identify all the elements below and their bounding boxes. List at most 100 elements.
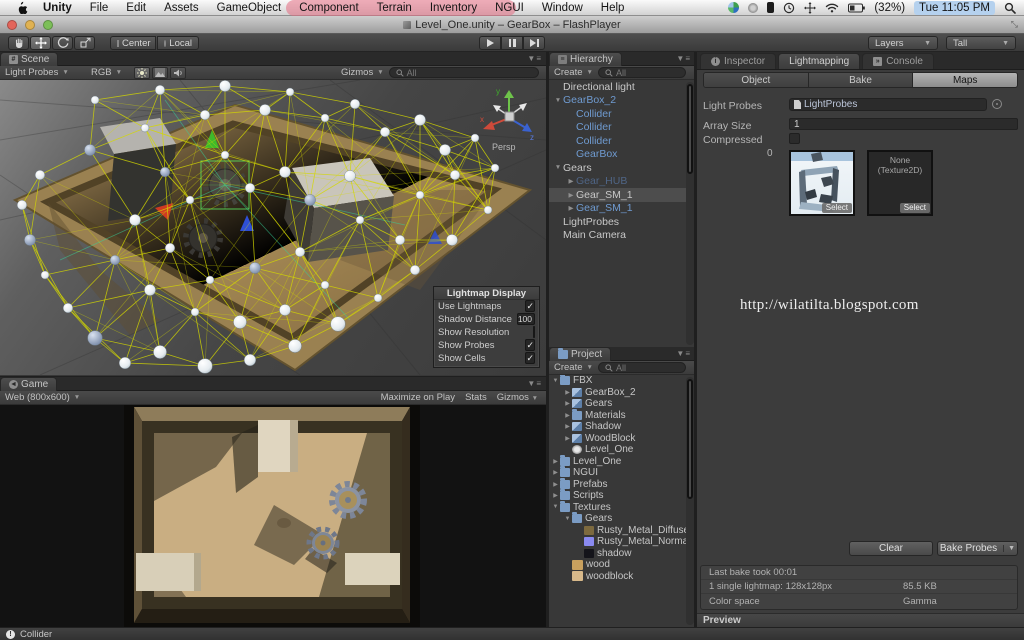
game-gizmos-dropdown[interactable]: Gizmos ▼ (497, 392, 538, 403)
light-probe-sphere[interactable] (279, 166, 290, 177)
hierarchy-item-collider[interactable]: Collider (549, 107, 695, 121)
project-item-scripts[interactable]: ▶Scripts (549, 490, 695, 502)
light-probe-sphere[interactable] (471, 134, 479, 142)
project-item-rusty-metal-diffuse[interactable]: Rusty_Metal_Diffuse (549, 525, 695, 537)
hierarchy-item-gear-sm-1[interactable]: ▶Gear_SM_1 (549, 188, 695, 202)
lightmap-near-thumbnail[interactable]: None (Texture2D) Select (867, 150, 933, 216)
tab-project[interactable]: Project (549, 347, 611, 361)
spotlight-icon[interactable] (1004, 2, 1016, 14)
zoom-window-button[interactable] (43, 20, 53, 30)
project-item-gears[interactable]: ▶Gears (549, 398, 695, 410)
light-probe-sphere[interactable] (356, 216, 364, 224)
gray-status-icon[interactable] (748, 3, 758, 13)
hierarchy-item-main-camera[interactable]: Main Camera (549, 229, 695, 243)
light-probe-sphere[interactable] (219, 80, 230, 91)
hierarchy-item-gear-sm-1[interactable]: ▶Gear_SM_1 (549, 202, 695, 216)
project-item-gearbox-2[interactable]: ▶GearBox_2 (549, 387, 695, 399)
hierarchy-panel-menu-icon[interactable]: ▼≡ (676, 54, 691, 63)
project-item-wood[interactable]: wood (549, 559, 695, 571)
light-probe-sphere[interactable] (286, 88, 294, 96)
light-probe-sphere[interactable] (129, 214, 140, 225)
step-button[interactable] (523, 36, 545, 50)
resize-icon[interactable]: ⤡ (1011, 19, 1018, 30)
scene-mode-dropdown[interactable]: Light Probes▼ (0, 67, 86, 79)
divider-left[interactable] (546, 52, 549, 627)
bake-dropdown-arrow[interactable]: ▼ (1003, 545, 1015, 552)
lm-value-field[interactable]: 100 (517, 313, 535, 325)
light-probe-sphere[interactable] (245, 183, 255, 193)
menu-inventory[interactable]: Inventory (421, 2, 486, 14)
game-panel-menu-icon[interactable]: ▼≡ (527, 379, 542, 388)
foldout-closed-icon[interactable]: ▶ (563, 400, 572, 407)
light-probe-sphere[interactable] (374, 294, 382, 302)
hierarchy-item-gearbox-2[interactable]: ▼GearBox_2 (549, 94, 695, 108)
battery-icon[interactable] (848, 3, 865, 13)
foldout-closed-icon[interactable]: ▶ (566, 177, 576, 185)
project-item-materials[interactable]: ▶Materials (549, 410, 695, 422)
light-probe-sphere[interactable] (304, 194, 315, 205)
menubar-clock[interactable]: Tue 11:05 PM (914, 1, 995, 15)
rotate-tool-button[interactable] (52, 36, 73, 50)
light-probe-sphere[interactable] (395, 235, 405, 245)
persp-label[interactable]: Persp (492, 142, 516, 152)
project-item-level-one[interactable]: ▶Level_One (549, 456, 695, 468)
object-picker-icon[interactable] (992, 99, 1002, 109)
hierarchy-create-button[interactable]: Create▼ (549, 67, 598, 79)
pan-tool-button[interactable] (8, 36, 29, 50)
bake-probes-button[interactable]: Bake Probes▼ (937, 541, 1018, 556)
hierarchy-item-collider[interactable]: Collider (549, 134, 695, 148)
scene-audio-toggle[interactable] (170, 67, 186, 79)
scene-panel-menu-icon[interactable]: ▼≡ (527, 54, 542, 63)
lightmap-far-thumbnail[interactable]: Select (789, 150, 855, 216)
light-probe-sphere[interactable] (88, 331, 103, 346)
scene-lighting-toggle[interactable] (134, 67, 150, 79)
hierarchy-scrollbar[interactable] (686, 82, 694, 345)
light-probe-sphere[interactable] (321, 281, 329, 289)
project-item-ngui[interactable]: ▶NGUI (549, 467, 695, 479)
light-probe-sphere[interactable] (491, 164, 499, 172)
project-item-fbx[interactable]: ▼FBX (549, 375, 695, 387)
close-window-button[interactable] (7, 20, 17, 30)
hierarchy-item-directional-light[interactable]: Directional light (549, 80, 695, 94)
light-probe-sphere[interactable] (450, 170, 460, 180)
menu-assets[interactable]: Assets (155, 2, 208, 14)
play-button[interactable] (479, 36, 501, 50)
light-probe-sphere[interactable] (233, 315, 246, 328)
menu-help[interactable]: Help (592, 2, 634, 14)
hierarchy-search-input[interactable]: All (598, 67, 686, 78)
light-probe-sphere[interactable] (165, 243, 175, 253)
project-item-woodblock[interactable]: woodblock (549, 571, 695, 583)
tab-inspector[interactable]: iInspector (700, 53, 776, 69)
project-create-button[interactable]: Create▼ (549, 362, 598, 374)
light-probe-sphere[interactable] (200, 110, 210, 120)
light-probe-sphere[interactable] (410, 265, 420, 275)
window-titlebar[interactable]: Level_One.unity – GearBox – FlashPlayer … (0, 16, 1024, 34)
menu-file[interactable]: File (81, 2, 118, 14)
tab-scene[interactable]: # Scene (0, 52, 58, 66)
scale-tool-button[interactable] (74, 36, 95, 50)
hierarchy-item-gear-hub[interactable]: ▶Gear_HUB (549, 175, 695, 189)
light-probe-sphere[interactable] (206, 276, 214, 284)
layout-dropdown[interactable]: Tall▼ (946, 36, 1016, 50)
light-probe-sphere[interactable] (141, 124, 149, 132)
divider-right[interactable] (694, 52, 697, 627)
light-probe-sphere[interactable] (41, 271, 49, 279)
light-probe-sphere[interactable] (155, 85, 165, 95)
light-probe-sphere[interactable] (380, 127, 390, 137)
select-button[interactable]: Select (822, 203, 852, 213)
hierarchy-item-collider[interactable]: Collider (549, 121, 695, 135)
lm-checkbox[interactable]: ✓ (525, 339, 535, 351)
light-probe-sphere[interactable] (484, 206, 492, 214)
light-probe-sphere[interactable] (110, 255, 120, 265)
layers-dropdown[interactable]: Layers▼ (868, 36, 938, 50)
light-probe-sphere[interactable] (244, 354, 256, 366)
foldout-closed-icon[interactable]: ▶ (551, 458, 560, 465)
universal-access-icon[interactable] (804, 2, 816, 14)
light-probe-sphere[interactable] (414, 114, 425, 125)
foldout-open-icon[interactable]: ▼ (553, 97, 563, 104)
project-item-rusty-metal-normal[interactable]: Rusty_Metal_Normal (549, 536, 695, 548)
sync-app-icon[interactable] (728, 2, 739, 13)
foldout-open-icon[interactable]: ▼ (551, 378, 560, 384)
foldout-closed-icon[interactable]: ▶ (563, 389, 572, 396)
mode-tab-maps[interactable]: Maps (913, 73, 1017, 87)
